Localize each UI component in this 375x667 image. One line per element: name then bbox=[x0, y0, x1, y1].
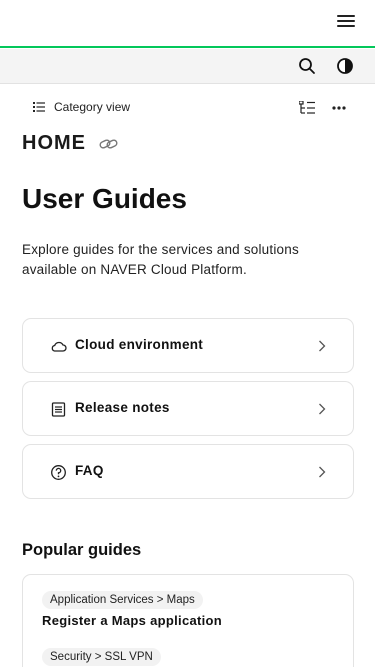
contrast-icon[interactable] bbox=[336, 57, 354, 75]
more-icon[interactable] bbox=[331, 100, 347, 116]
popular-guides-heading: Popular guides bbox=[22, 541, 142, 559]
question-icon bbox=[51, 465, 66, 480]
card-label: Release notes bbox=[75, 400, 170, 415]
cloud-icon bbox=[51, 341, 67, 352]
breadcrumb-home: HOME bbox=[22, 132, 118, 155]
card-label: Cloud environment bbox=[75, 337, 204, 352]
chevron-right-icon bbox=[319, 466, 326, 478]
page-description: Explore guides for the services and solu… bbox=[22, 242, 299, 277]
card-cloud-environment[interactable]: Cloud environment bbox=[22, 318, 354, 373]
guide-breadcrumb-chip[interactable]: Application Services > Maps bbox=[42, 591, 203, 609]
category-view-label: Category view bbox=[54, 100, 131, 114]
tree-icon[interactable] bbox=[299, 101, 316, 115]
category-view-button[interactable]: Category view bbox=[33, 100, 130, 114]
card-label: FAQ bbox=[75, 463, 104, 478]
chevron-right-icon bbox=[319, 340, 326, 352]
utility-toolbar bbox=[0, 49, 375, 84]
card-release-notes[interactable]: Release notes bbox=[22, 381, 354, 436]
popular-guides-card: Application Services > Maps Register a M… bbox=[22, 574, 354, 667]
page-title: User Guides bbox=[22, 183, 187, 214]
top-navigation-bar bbox=[0, 0, 375, 48]
chevron-right-icon bbox=[319, 403, 326, 415]
category-row: Category view bbox=[0, 96, 375, 122]
guide-breadcrumb-chip[interactable]: Security > SSL VPN bbox=[42, 648, 161, 666]
hamburger-menu-icon[interactable] bbox=[337, 15, 355, 31]
search-icon[interactable] bbox=[298, 57, 316, 75]
link-icon[interactable] bbox=[99, 137, 118, 151]
home-label[interactable]: HOME bbox=[22, 132, 86, 155]
list-icon bbox=[33, 102, 45, 112]
document-icon bbox=[51, 402, 66, 417]
card-faq[interactable]: FAQ bbox=[22, 444, 354, 499]
guide-link[interactable]: Register a Maps application bbox=[42, 613, 222, 628]
